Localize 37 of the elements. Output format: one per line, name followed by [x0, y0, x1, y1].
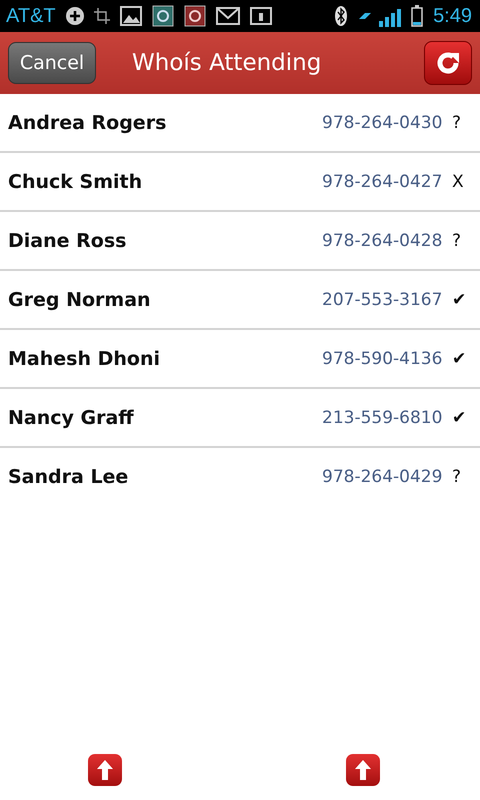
- image-icon: [120, 6, 142, 26]
- bluetooth-icon: [335, 6, 348, 26]
- attendee-name: Greg Norman: [8, 288, 152, 310]
- attendee-name: Mahesh Dhoni: [8, 348, 161, 370]
- rsvp-status: ?: [451, 230, 462, 250]
- phone-number[interactable]: 978-264-0428: [322, 230, 448, 250]
- attendee-name: Chuck Smith: [8, 170, 144, 192]
- rsvp-status: ?: [451, 112, 462, 132]
- screen-title: Whoís Attending: [131, 50, 322, 76]
- up-arrow-icon: [97, 760, 113, 780]
- upload-button[interactable]: [346, 754, 380, 786]
- clock-time: 5:49: [433, 4, 472, 28]
- phone-number[interactable]: 978-590-4136: [322, 348, 448, 368]
- phone-number[interactable]: 207-553-3167: [322, 290, 448, 310]
- attendee-name: Diane Ross: [8, 230, 128, 252]
- refresh-button[interactable]: [424, 41, 472, 85]
- rsvp-status: ✔: [451, 290, 468, 310]
- refresh-icon: [436, 51, 460, 75]
- up-arrow-icon: [355, 760, 371, 780]
- cancel-button[interactable]: Cancel: [8, 42, 96, 84]
- add-icon: [66, 7, 84, 25]
- upload-button[interactable]: [88, 754, 122, 786]
- carrier-name: AT&T: [6, 4, 56, 28]
- phone-number[interactable]: 978-264-0430: [322, 112, 448, 132]
- rsvp-status: ✔: [451, 348, 468, 368]
- rsvp-status: ✔: [451, 408, 468, 428]
- rsvp-status: X: [451, 172, 465, 192]
- phone-number[interactable]: 978-264-0429: [322, 466, 448, 486]
- crop-icon: [94, 8, 110, 24]
- attendee-name: Nancy Graff: [8, 406, 135, 428]
- attendee-name: Andrea Rogers: [8, 112, 168, 134]
- attendee-name: Sandra Lee: [8, 466, 130, 488]
- phone-number[interactable]: 978-264-0427: [322, 172, 448, 192]
- battery-icon: [411, 5, 424, 27]
- phone-number[interactable]: 213-559-6810: [322, 408, 448, 428]
- mail-icon: [216, 7, 240, 25]
- rsvp-status: ?: [451, 466, 462, 486]
